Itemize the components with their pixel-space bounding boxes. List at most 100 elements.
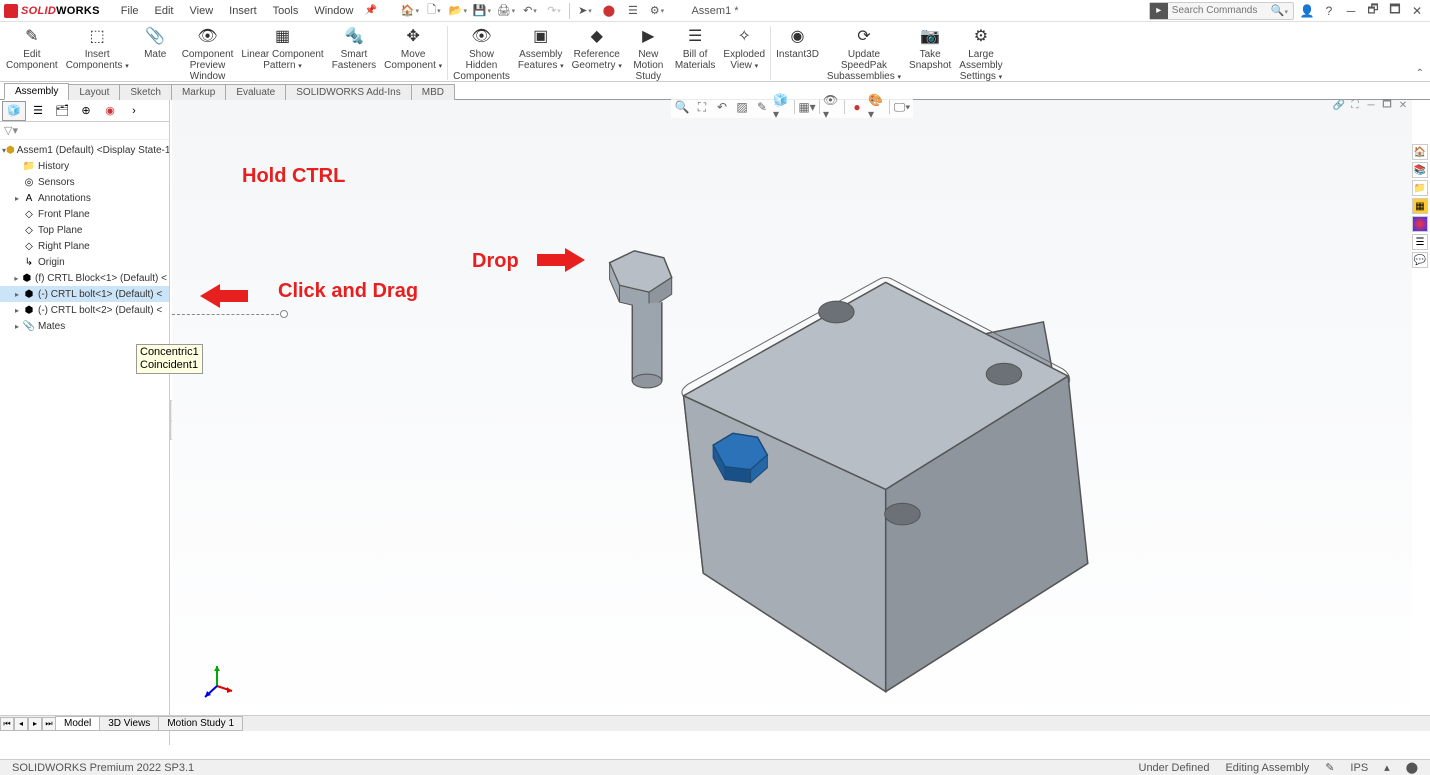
options-button[interactable]: ☰ — [622, 2, 644, 20]
help-button[interactable]: ? — [1320, 2, 1338, 20]
ribbon-new[interactable]: ▶New Motion Study — [626, 24, 671, 84]
bottom-tab-3dviews[interactable]: 3D Views — [99, 716, 159, 731]
expand-icon[interactable]: ▸ — [12, 274, 21, 283]
ribbon-large[interactable]: ⚙Large Assembly Settings ▾ — [955, 24, 1006, 84]
bolt-dragged[interactable] — [610, 251, 672, 388]
tab-prev-icon[interactable]: ◂ — [14, 717, 28, 731]
graphics-viewport[interactable]: 🔍 ⛶ ↶ ▨ ✎ 🧊▾ ▦▾ 👁▾ ● 🎨▾ 🖵▾ 🔗 ⛶ ─ 🗖 ✕ — [172, 100, 1412, 731]
filter-row[interactable]: ▽▾ — [0, 122, 169, 140]
search-input[interactable] — [1168, 5, 1266, 16]
tree-item[interactable]: ◇Front Plane — [0, 206, 169, 222]
tab-evaluate[interactable]: Evaluate — [225, 84, 286, 100]
block-part[interactable] — [682, 277, 1088, 691]
new-button[interactable]: 🗋▾ — [423, 2, 445, 20]
expand-icon[interactable]: ▸ — [12, 194, 22, 203]
bottom-tab-model[interactable]: Model — [55, 716, 100, 731]
status-units[interactable]: IPS — [1342, 762, 1376, 774]
maximize-button[interactable]: 🗖 — [1386, 2, 1404, 20]
tab-markup[interactable]: Markup — [171, 84, 226, 100]
ribbon-linear-component[interactable]: ▦Linear Component Pattern ▾ — [237, 24, 327, 73]
tree-item[interactable]: ▸⬢(-) CRTL bolt<2> (Default) < — [0, 302, 169, 318]
tab-assembly[interactable]: Assembly — [4, 83, 69, 100]
ribbon-edit[interactable]: ✎Edit Component — [2, 24, 62, 73]
tree-item[interactable]: ◎Sensors — [0, 174, 169, 190]
rebuild-button[interactable]: ⬤ — [598, 2, 620, 20]
ribbon-component[interactable]: 👁Component Preview Window — [178, 24, 238, 84]
status-macro-icon[interactable]: ⬤ — [1398, 761, 1426, 774]
search-icon[interactable]: 🔍▾ — [1266, 4, 1293, 17]
tree-item[interactable]: 📁History — [0, 158, 169, 174]
tab-next-icon[interactable]: ▸ — [28, 717, 42, 731]
minimize-button[interactable]: ─ — [1342, 2, 1360, 20]
dimxpert-tab[interactable]: ⊕ — [74, 101, 98, 121]
tab-first-icon[interactable]: ⏮ — [0, 717, 14, 731]
select-button[interactable]: ➤▾ — [574, 2, 596, 20]
tab-sketch[interactable]: Sketch — [119, 84, 172, 100]
tree-item[interactable]: ▸⬢(f) CRTL Block<1> (Default) < — [0, 270, 169, 286]
menu-window[interactable]: Window — [307, 3, 360, 19]
property-manager-tab[interactable]: ☰ — [26, 101, 50, 121]
redo-button[interactable]: ↷▾ — [543, 2, 565, 20]
display-manager-tab[interactable]: ◉ — [98, 101, 122, 121]
expand-icon[interactable]: ▸ — [12, 322, 22, 331]
ribbon-mate[interactable]: 📎Mate — [133, 24, 178, 62]
appearances-tab[interactable] — [1412, 216, 1428, 232]
restore-button[interactable]: 🗗 — [1364, 2, 1382, 20]
custom-props-tab[interactable]: ☰ — [1412, 234, 1428, 250]
login-button[interactable]: 👤 — [1298, 2, 1316, 20]
ribbon-show[interactable]: 👁Show Hidden Components — [449, 24, 514, 84]
tree-item[interactable]: ▸⬢(-) CRTL bolt<1> (Default) < — [0, 286, 169, 302]
settings-button[interactable]: ⚙▾ — [646, 2, 668, 20]
resources-tab[interactable]: 🏠 — [1412, 144, 1428, 160]
collapse-ribbon-icon[interactable]: ⌃ — [1416, 68, 1424, 79]
open-button[interactable]: 📂▾ — [447, 2, 469, 20]
ribbon-insert[interactable]: ⬚Insert Components ▾ — [62, 24, 133, 73]
undo-button[interactable]: ↶▾ — [519, 2, 541, 20]
tree-item[interactable]: ↳Origin — [0, 254, 169, 270]
menu-file[interactable]: File — [114, 3, 146, 19]
tab-mbd[interactable]: MBD — [411, 84, 455, 100]
ribbon-bill-of[interactable]: ☰Bill of Materials — [671, 24, 720, 73]
save-button[interactable]: 💾▾ — [471, 2, 493, 20]
drag-trail-line — [172, 314, 284, 315]
panel-more[interactable]: › — [122, 101, 146, 121]
ribbon-exploded[interactable]: ✧Exploded View ▾ — [719, 24, 769, 73]
menu-edit[interactable]: Edit — [148, 3, 181, 19]
tree-root[interactable]: ▾⬢ Assem1 (Default) <Display State-1> — [0, 142, 169, 158]
print-button[interactable]: 🖨▾ — [495, 2, 517, 20]
menu-insert[interactable]: Insert — [222, 3, 264, 19]
ribbon-take[interactable]: 📷Take Snapshot — [905, 24, 955, 73]
expand-icon[interactable]: ▸ — [12, 290, 22, 299]
status-menu-icon[interactable]: ▴ — [1376, 761, 1398, 774]
tab-last-icon[interactable]: ⏭ — [42, 717, 56, 731]
view-triad[interactable] — [197, 661, 237, 701]
tree-item[interactable]: ◇Top Plane — [0, 222, 169, 238]
menu-view[interactable]: View — [183, 3, 221, 19]
menu-tools[interactable]: Tools — [266, 3, 306, 19]
search-commands[interactable]: ▸ 🔍▾ — [1149, 2, 1294, 20]
view-palette-tab[interactable]: ▦ — [1412, 198, 1428, 214]
home-button[interactable]: 🏠▾ — [399, 2, 421, 20]
forum-tab[interactable]: 💬 — [1412, 252, 1428, 268]
tree-item[interactable]: ▸AAnnotations — [0, 190, 169, 206]
close-button[interactable]: ✕ — [1408, 2, 1426, 20]
tree-item[interactable]: ◇Right Plane — [0, 238, 169, 254]
ribbon-update[interactable]: ⟳Update SpeedPak Subassemblies ▾ — [823, 24, 905, 84]
ribbon-reference[interactable]: ◆Reference Geometry ▾ — [568, 24, 626, 73]
feature-tree-tab[interactable]: 🧊 — [2, 101, 26, 121]
pin-icon[interactable]: 📌 — [364, 5, 376, 16]
ribbon-assembly[interactable]: ▣Assembly Features ▾ — [514, 24, 568, 73]
ribbon-smart[interactable]: 🔩Smart Fasteners — [328, 24, 380, 73]
file-explorer-tab[interactable]: 📁 — [1412, 180, 1428, 196]
status-rebuild-icon[interactable]: ✎ — [1317, 761, 1342, 774]
expand-icon[interactable]: ▸ — [12, 306, 22, 315]
bottom-tab-motion[interactable]: Motion Study 1 — [158, 716, 243, 731]
configuration-tab[interactable]: 🗂 — [50, 101, 74, 121]
tree-item[interactable]: ▸📎Mates — [0, 318, 169, 334]
tab-layout[interactable]: Layout — [68, 84, 120, 100]
design-library-tab[interactable]: 📚 — [1412, 162, 1428, 178]
command-ribbon: ✎Edit Component⬚Insert Components ▾📎Mate… — [0, 22, 1430, 82]
ribbon-move[interactable]: ✥Move Component ▾ — [380, 24, 446, 73]
tab-solidworks-add-ins[interactable]: SOLIDWORKS Add-Ins — [285, 84, 411, 100]
ribbon-instant3d[interactable]: ◉Instant3D — [772, 24, 823, 62]
